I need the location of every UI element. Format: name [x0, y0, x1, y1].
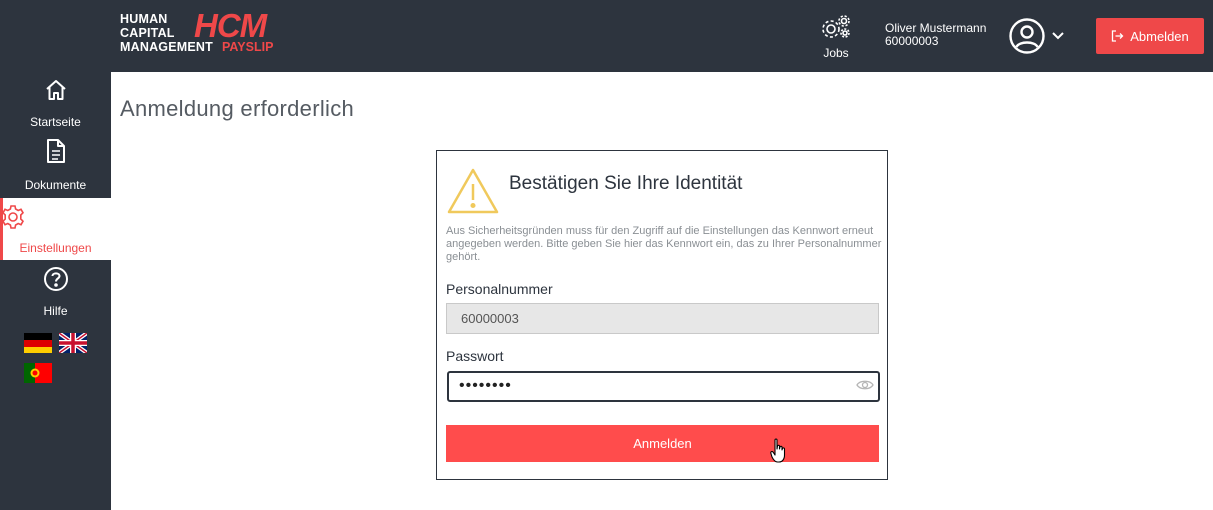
- help-icon: [43, 267, 68, 291]
- identity-card: Bestätigen Sie Ihre Identität Aus Sicher…: [436, 150, 888, 480]
- show-password-icon[interactable]: [856, 378, 874, 392]
- sidebar-item-dokumente[interactable]: Dokumente: [0, 138, 111, 200]
- user-menu[interactable]: [1008, 17, 1066, 55]
- password-field[interactable]: ••••••••: [447, 371, 880, 402]
- logo-sub: PAYSLIP: [222, 40, 274, 54]
- english-flag[interactable]: [59, 333, 87, 353]
- logout-button[interactable]: Abmelden: [1096, 18, 1204, 54]
- sidebar-item-label: Startseite: [30, 115, 81, 129]
- jobs-button[interactable]: Jobs: [812, 14, 860, 62]
- chevron-down-icon: [1052, 32, 1064, 40]
- user-avatar-icon: [1009, 18, 1045, 54]
- home-icon: [45, 80, 66, 100]
- sidebar-item-label: Dokumente: [24, 178, 87, 192]
- login-button-label: Anmelden: [633, 436, 692, 451]
- logo-brand: HCM: [194, 7, 267, 44]
- personal-number-field[interactable]: 60000003: [446, 303, 879, 334]
- password-label: Passwort: [446, 348, 504, 364]
- hcm-logo[interactable]: HUMAN CAPITAL MANAGEMENT HCM PAYSLIP: [120, 7, 280, 58]
- gear-icon: [2, 205, 24, 229]
- jobs-label: Jobs: [823, 46, 849, 60]
- portuguese-flag[interactable]: [24, 363, 52, 383]
- sidebar-item-startseite[interactable]: Startseite: [0, 76, 111, 138]
- page-title: Anmeldung erforderlich: [120, 96, 355, 121]
- card-title: Bestätigen Sie Ihre Identität: [509, 173, 743, 194]
- login-button[interactable]: Anmelden: [446, 425, 879, 462]
- logout-icon: [1112, 30, 1124, 42]
- gears-icon: [822, 15, 850, 38]
- user-info: Oliver Mustermann 60000003: [885, 22, 986, 48]
- warning-icon: [447, 168, 499, 214]
- sidebar-item-label: Hilfe: [43, 304, 68, 318]
- user-number: 60000003: [885, 34, 939, 48]
- password-value: ••••••••: [459, 377, 512, 394]
- logout-label: Abmelden: [1130, 28, 1189, 44]
- document-icon: [46, 139, 65, 163]
- hand-cursor-icon: [770, 438, 786, 463]
- top-bar: HUMAN CAPITAL MANAGEMENT HCM PAYSLIP Job…: [0, 0, 1213, 72]
- sidebar-item-einstellungen[interactable]: Einstellungen: [0, 198, 111, 260]
- sidebar: Startseite Dokumente Einstellungen Hilfe: [0, 72, 111, 510]
- german-flag[interactable]: [24, 333, 52, 353]
- sidebar-item-label: Einstellungen: [19, 241, 92, 255]
- sidebar-item-hilfe[interactable]: Hilfe: [0, 264, 111, 326]
- personal-number-label: Personalnummer: [446, 281, 553, 297]
- card-description: Aus Sicherheitsgründen muss für den Zugr…: [446, 225, 882, 263]
